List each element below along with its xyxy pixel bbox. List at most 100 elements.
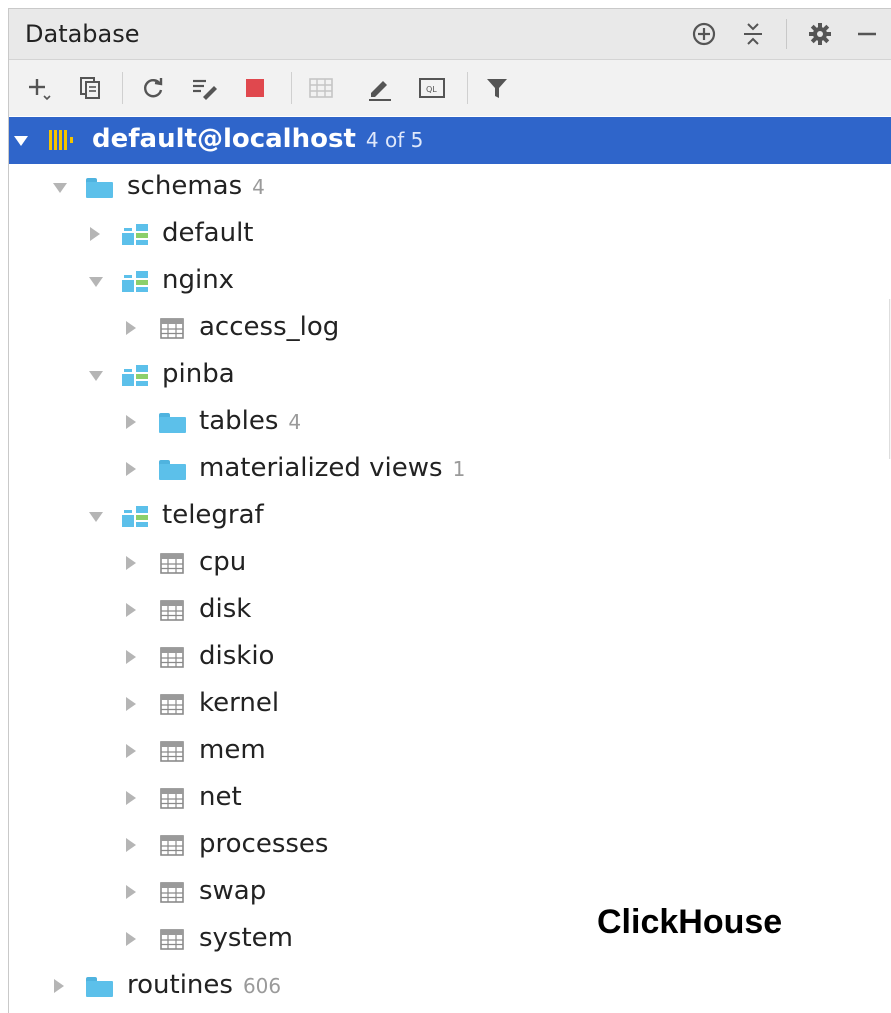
tree-node-table-access-log[interactable]: access_log: [9, 305, 891, 352]
sql-console-label: QL: [426, 85, 437, 94]
tree-node-schema-pinba[interactable]: pinba: [9, 352, 891, 399]
table-icon: [160, 694, 184, 715]
toolbar-separator: [467, 72, 468, 104]
add-icon[interactable]: [25, 74, 53, 102]
expand-arrow-icon[interactable]: [53, 183, 67, 193]
expand-arrow-icon[interactable]: [126, 462, 136, 476]
tree-node-table-processes[interactable]: processes: [9, 822, 891, 869]
gear-icon[interactable]: [805, 19, 835, 49]
schema-icon: [121, 270, 149, 294]
node-label: net: [199, 782, 242, 812]
tree-node-table-net[interactable]: net: [9, 775, 891, 822]
tree-node-folder-materialized-views[interactable]: materialized views 1: [9, 446, 891, 493]
table-icon: [160, 600, 184, 621]
node-label: disk: [199, 594, 252, 624]
connection-name: default@localhost: [92, 124, 356, 154]
expand-arrow-icon[interactable]: [126, 603, 136, 617]
header-separator: [786, 19, 787, 49]
expand-arrow-icon[interactable]: [90, 227, 100, 241]
tool-window-title: Database: [25, 20, 140, 48]
table-view-icon[interactable]: [307, 74, 335, 102]
sql-console-icon[interactable]: QL: [418, 74, 446, 102]
table-icon: [160, 553, 184, 574]
schema-edit-icon[interactable]: [190, 74, 218, 102]
folder-icon: [159, 413, 186, 433]
node-label: default: [162, 218, 254, 248]
node-count: 4: [252, 175, 265, 199]
schema-icon: [121, 223, 149, 247]
folder-icon: [86, 977, 113, 997]
schema-icon: [121, 505, 149, 529]
tree-node-table-cpu[interactable]: cpu: [9, 540, 891, 587]
node-label: routines: [127, 970, 233, 1000]
expand-arrow-icon[interactable]: [126, 932, 136, 946]
collapse-all-icon[interactable]: [738, 19, 768, 49]
refresh-icon[interactable]: [139, 74, 167, 102]
expand-arrow-icon[interactable]: [126, 791, 136, 805]
node-label: schemas: [127, 171, 243, 201]
duplicate-icon[interactable]: [76, 74, 104, 102]
table-icon: [160, 835, 184, 856]
expand-arrow-icon[interactable]: [126, 556, 136, 570]
node-label: processes: [199, 829, 329, 859]
node-label: access_log: [199, 312, 340, 342]
tree-node-table-mem[interactable]: mem: [9, 728, 891, 775]
database-tool-window: Database QL default@localhost 4 of 5 sch…: [8, 8, 891, 1013]
tree-node-schemas[interactable]: schemas 4: [9, 164, 891, 211]
node-label: pinba: [162, 359, 235, 389]
expand-arrow-icon[interactable]: [126, 415, 136, 429]
table-icon: [160, 882, 184, 903]
node-label: swap: [199, 876, 267, 906]
expand-arrow-icon[interactable]: [89, 512, 103, 522]
node-count: 606: [242, 974, 282, 998]
tree-node-connection[interactable]: default@localhost 4 of 5: [9, 117, 891, 164]
tree-node-table-kernel[interactable]: kernel: [9, 681, 891, 728]
stop-icon[interactable]: [241, 74, 269, 102]
table-icon: [160, 929, 184, 950]
node-count: 1: [452, 457, 466, 481]
expand-arrow-icon[interactable]: [126, 321, 136, 335]
table-icon: [160, 647, 184, 668]
expand-arrow-icon[interactable]: [126, 744, 136, 758]
minimize-icon[interactable]: [852, 19, 882, 49]
tree-node-schema-default[interactable]: default: [9, 211, 891, 258]
expand-arrow-icon[interactable]: [126, 885, 136, 899]
tree-node-routines[interactable]: routines 606: [9, 963, 891, 1010]
expand-arrow-icon[interactable]: [14, 136, 28, 146]
node-label: materialized views: [199, 453, 443, 483]
toolbar-separator: [291, 72, 292, 104]
crosshair-icon[interactable]: [689, 19, 719, 49]
toolbar-separator: [122, 72, 123, 104]
node-label: telegraf: [162, 500, 264, 530]
node-label: diskio: [199, 641, 275, 671]
table-icon: [160, 318, 184, 339]
tool-window-header: Database: [9, 9, 891, 60]
edit-icon[interactable]: [366, 74, 394, 102]
expand-arrow-icon[interactable]: [89, 371, 103, 381]
expand-arrow-icon[interactable]: [54, 979, 64, 993]
filter-icon[interactable]: [483, 74, 511, 102]
expand-arrow-icon[interactable]: [126, 650, 136, 664]
expand-arrow-icon[interactable]: [126, 838, 136, 852]
toolbar: QL: [9, 60, 891, 116]
expand-arrow-icon[interactable]: [89, 277, 103, 287]
tree-node-schema-telegraf[interactable]: telegraf: [9, 493, 891, 540]
node-count: 4: [288, 410, 302, 434]
expand-arrow-icon[interactable]: [126, 697, 136, 711]
folder-icon: [86, 178, 113, 198]
folder-icon: [159, 460, 186, 480]
table-icon: [160, 788, 184, 809]
schema-icon: [121, 364, 149, 388]
tree-node-table-disk[interactable]: disk: [9, 587, 891, 634]
clickhouse-caption: ClickHouse: [597, 903, 783, 941]
table-icon: [160, 741, 184, 762]
node-label: system: [199, 923, 293, 953]
node-label: tables: [199, 406, 279, 436]
node-label: mem: [199, 735, 266, 765]
connection-count: 4 of 5: [365, 128, 424, 152]
tree-node-folder-tables[interactable]: tables 4: [9, 399, 891, 446]
clickhouse-icon: [47, 128, 75, 152]
node-label: cpu: [199, 547, 247, 577]
tree-node-schema-nginx[interactable]: nginx: [9, 258, 891, 305]
tree-node-table-diskio[interactable]: diskio: [9, 634, 891, 681]
